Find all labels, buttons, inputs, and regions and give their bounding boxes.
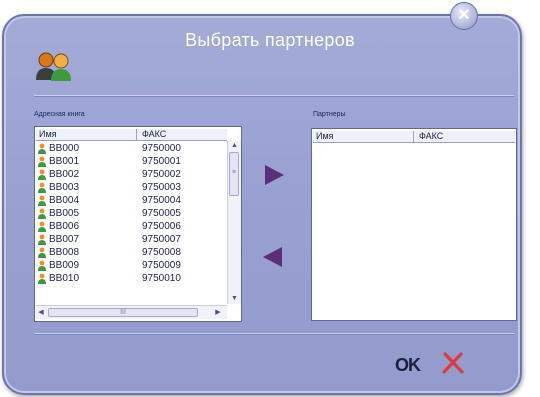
column-header-fax[interactable]: ФАКС bbox=[142, 129, 166, 140]
contact-fax: 9750005 bbox=[142, 208, 181, 219]
contact-fax: 9750007 bbox=[142, 234, 181, 245]
contact-icon bbox=[38, 208, 46, 219]
list-item[interactable]: BB005 9750005 bbox=[36, 207, 226, 220]
remove-partner-button[interactable] bbox=[261, 245, 285, 269]
contact-icon bbox=[38, 260, 46, 271]
contact-fax: 9750006 bbox=[142, 221, 181, 232]
address-book-list[interactable]: Имя ФАКС BB000 9750000 BB001 9750001 BB002 97… bbox=[34, 126, 242, 322]
contact-icon bbox=[38, 221, 46, 232]
bottom-divider bbox=[34, 333, 514, 335]
list-item[interactable]: BB006 9750006 bbox=[36, 220, 226, 233]
hscroll-thumb[interactable]: III bbox=[48, 308, 198, 317]
column-header-fax[interactable]: ФАКС bbox=[419, 131, 443, 142]
list-item[interactable]: BB009 9750009 bbox=[36, 259, 226, 272]
contact-name: BB010 bbox=[49, 273, 80, 284]
contact-name: BB004 bbox=[49, 195, 80, 206]
cancel-button[interactable] bbox=[441, 351, 465, 375]
contact-icon bbox=[38, 156, 46, 167]
contact-fax: 9750004 bbox=[142, 195, 181, 206]
red-x-icon bbox=[442, 352, 464, 374]
triangle-left-icon bbox=[263, 247, 282, 267]
close-icon[interactable]: ✕ bbox=[450, 2, 478, 30]
contact-icon bbox=[38, 273, 46, 284]
column-separator[interactable] bbox=[136, 129, 137, 140]
horizontal-scrollbar[interactable]: ◀ III ▶ bbox=[36, 305, 227, 319]
vertical-scrollbar[interactable]: ▲ ≡ ▼ bbox=[227, 141, 241, 304]
top-divider bbox=[34, 95, 514, 97]
contact-fax: 9750008 bbox=[142, 247, 181, 258]
column-header-name[interactable]: Имя bbox=[316, 131, 334, 142]
contact-icon bbox=[38, 143, 46, 154]
scroll-left-icon[interactable]: ◀ bbox=[36, 306, 46, 319]
list-header: Имя ФАКС bbox=[313, 131, 515, 143]
list-item[interactable]: BB003 9750003 bbox=[36, 181, 226, 194]
list-item[interactable]: BB000 9750000 bbox=[36, 142, 226, 155]
scroll-right-icon[interactable]: ▶ bbox=[213, 306, 223, 319]
column-header-name[interactable]: Имя bbox=[39, 129, 57, 140]
contact-name: BB005 bbox=[49, 208, 80, 219]
list-item[interactable]: BB007 9750007 bbox=[36, 233, 226, 246]
address-book-rows: BB000 9750000 BB001 9750001 BB002 9750002 BB00… bbox=[36, 142, 226, 302]
ok-button[interactable]: OK bbox=[395, 355, 421, 376]
contact-icon bbox=[38, 195, 46, 206]
contact-icon bbox=[38, 247, 46, 258]
contact-fax: 9750000 bbox=[142, 143, 181, 154]
contact-fax: 9750010 bbox=[142, 273, 181, 284]
contact-fax: 9750009 bbox=[142, 260, 181, 271]
contact-name: BB000 bbox=[49, 143, 80, 154]
contact-name: BB002 bbox=[49, 169, 80, 180]
contact-icon bbox=[38, 234, 46, 245]
contact-name: BB007 bbox=[49, 234, 80, 245]
partners-list[interactable]: Имя ФАКС bbox=[311, 128, 517, 321]
triangle-right-icon bbox=[265, 165, 284, 185]
list-item[interactable]: BB001 9750001 bbox=[36, 155, 226, 168]
list-item[interactable]: BB004 9750004 bbox=[36, 194, 226, 207]
contact-name: BB009 bbox=[49, 260, 80, 271]
contact-fax: 9750001 bbox=[142, 156, 181, 167]
contact-name: BB003 bbox=[49, 182, 80, 193]
contact-icon bbox=[38, 182, 46, 193]
add-partner-button[interactable] bbox=[262, 163, 286, 187]
dialog-title: Выбрать партнеров bbox=[185, 30, 355, 50]
address-book-label: Адресная книга bbox=[34, 111, 85, 118]
contact-name: BB006 bbox=[49, 221, 80, 232]
partners-label: Партнеры bbox=[313, 111, 346, 118]
column-separator[interactable] bbox=[413, 131, 414, 142]
contact-fax: 9750002 bbox=[142, 169, 181, 180]
contact-name: BB001 bbox=[49, 156, 80, 167]
partners-icon bbox=[36, 52, 71, 81]
contact-name: BB008 bbox=[49, 247, 80, 258]
list-item[interactable]: BB008 9750008 bbox=[36, 246, 226, 259]
scroll-thumb[interactable]: ≡ bbox=[229, 152, 239, 196]
list-item[interactable]: BB002 9750002 bbox=[36, 168, 226, 181]
contact-icon bbox=[38, 169, 46, 180]
list-item[interactable]: BB010 9750010 bbox=[36, 272, 226, 285]
scroll-up-icon[interactable]: ▲ bbox=[228, 141, 241, 151]
contact-fax: 9750003 bbox=[142, 182, 181, 193]
list-header: Имя ФАКС bbox=[36, 129, 227, 141]
scroll-down-icon[interactable]: ▼ bbox=[228, 294, 241, 304]
